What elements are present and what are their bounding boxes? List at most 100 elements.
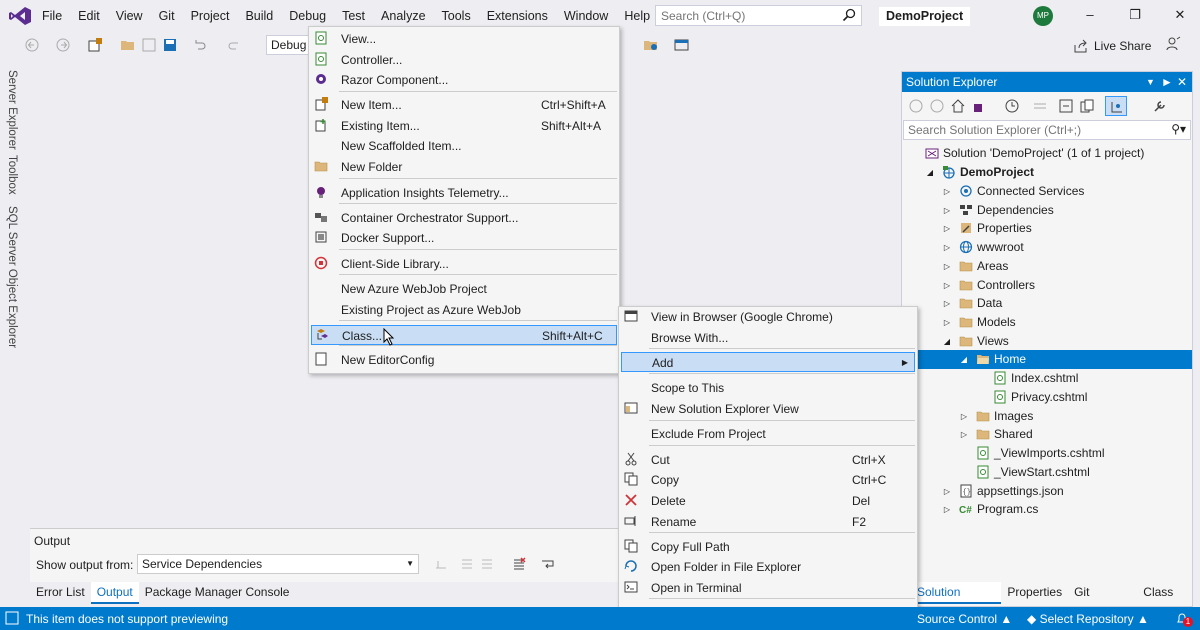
source-control-button[interactable]: Source Control ▲: [917, 612, 1012, 626]
global-search-input[interactable]: [656, 6, 836, 25]
redo-icon[interactable]: [226, 37, 242, 53]
next-message-icon[interactable]: [480, 557, 494, 571]
new-project-icon[interactable]: [87, 37, 103, 53]
tree-node-areas[interactable]: ▷ Areas: [902, 257, 1192, 276]
context-menu-item-open-folder-in-file-explorer[interactable]: Open Folder in File Explorer: [621, 557, 915, 577]
close-window-button[interactable]: ✕: [1171, 6, 1189, 24]
find-message-icon[interactable]: [434, 557, 448, 571]
navigate-forward-icon[interactable]: [55, 37, 71, 53]
forward-icon[interactable]: [929, 98, 945, 114]
save-icon[interactable]: [141, 37, 157, 53]
add-menu-item-docker-support[interactable]: Docker Support...: [311, 228, 617, 248]
expanded-arrow-icon[interactable]: ◢: [925, 163, 935, 182]
attach-icon[interactable]: [643, 37, 659, 53]
tab-git-changes[interactable]: Git Changes: [1068, 582, 1137, 620]
tree-node-controllers[interactable]: ▷ Controllers: [902, 276, 1192, 295]
add-menu-item-new-azure-webjob-project[interactable]: New Azure WebJob Project: [311, 279, 617, 299]
context-menu-item-copy-full-path[interactable]: Copy Full Path: [621, 537, 915, 557]
side-tab-toolbox[interactable]: Toolbox: [6, 155, 18, 195]
add-menu-item-new-editorconfig[interactable]: New EditorConfig: [311, 350, 617, 370]
tree-node-viewstart-cshtml[interactable]: _ViewStart.cshtml: [902, 463, 1192, 482]
add-menu-item-view[interactable]: View...: [311, 29, 617, 49]
save-all-icon[interactable]: [162, 37, 178, 53]
panel-menu-icon[interactable]: ▼: [1146, 72, 1155, 92]
menu-project[interactable]: Project: [183, 0, 238, 32]
tree-node-images[interactable]: ▷ Images: [902, 407, 1192, 426]
feedback-icon[interactable]: [1166, 36, 1182, 52]
close-panel-icon[interactable]: ✕: [1177, 72, 1187, 92]
maximize-button[interactable]: ❐: [1126, 6, 1144, 24]
undo-icon[interactable]: [192, 37, 208, 53]
sync-icon[interactable]: [1032, 98, 1048, 114]
tree-node-shared[interactable]: ▷ Shared: [902, 425, 1192, 444]
add-menu-item-container-orchestrator-support[interactable]: Container Orchestrator Support...: [311, 208, 617, 228]
tree-node-viewimports-cshtml[interactable]: _ViewImports.cshtml: [902, 444, 1192, 463]
add-menu-item-razor-component[interactable]: Razor Component...: [311, 70, 617, 90]
add-menu-item-application-insights-telemetry[interactable]: Application Insights Telemetry...: [311, 183, 617, 203]
menu-view[interactable]: View: [108, 0, 151, 32]
add-menu-item-new-item[interactable]: New Item... Ctrl+Shift+A: [311, 95, 617, 115]
search-options-icon[interactable]: ⚲▾: [1171, 122, 1186, 136]
menu-edit[interactable]: Edit: [70, 0, 108, 32]
pending-changes-icon[interactable]: [1004, 98, 1020, 114]
switch-views-icon[interactable]: [972, 98, 988, 114]
collapse-all-icon[interactable]: [1058, 98, 1074, 114]
context-menu-item-cut[interactable]: Cut Ctrl+X: [621, 450, 915, 470]
tree-node-models[interactable]: ▷ Models: [902, 313, 1192, 332]
collapsed-arrow-icon[interactable]: ▷: [942, 201, 952, 220]
tree-node-appsettings-json[interactable]: ▷ {} appsettings.json: [902, 482, 1192, 501]
add-menu-item-class[interactable]: Class... Shift+Alt+C: [311, 325, 617, 345]
notifications-bell-icon[interactable]: 1: [1175, 611, 1193, 627]
context-menu-item-rename[interactable]: Rename F2: [621, 512, 915, 532]
menu-help[interactable]: Help: [616, 0, 658, 32]
menu-build[interactable]: Build: [237, 0, 281, 32]
back-icon[interactable]: [908, 98, 924, 114]
tab-class-view[interactable]: Class View: [1137, 582, 1200, 620]
collapsed-arrow-icon[interactable]: ▷: [942, 219, 952, 238]
tab-error-list[interactable]: Error List: [30, 582, 91, 604]
show-all-files-icon[interactable]: [1079, 98, 1095, 114]
minimize-button[interactable]: –: [1081, 6, 1099, 24]
context-menu-item-view-in-browser-google-chrome[interactable]: View in Browser (Google Chrome): [621, 307, 915, 327]
tree-node-home[interactable]: ◢ Home: [902, 350, 1192, 369]
collapsed-arrow-icon[interactable]: ▷: [942, 238, 952, 257]
add-menu-item-controller[interactable]: Controller...: [311, 50, 617, 70]
tree-node-index-cshtml[interactable]: Index.cshtml: [902, 369, 1192, 388]
context-menu-item-delete[interactable]: Delete Del: [621, 491, 915, 511]
tree-node-privacy-cshtml[interactable]: Privacy.cshtml: [902, 388, 1192, 407]
collapsed-arrow-icon[interactable]: ▷: [942, 257, 952, 276]
tree-node-program-cs[interactable]: ▷ C# Program.cs: [902, 500, 1192, 519]
clear-all-icon[interactable]: [512, 557, 526, 571]
expanded-arrow-icon[interactable]: ◢: [959, 350, 969, 369]
collapsed-arrow-icon[interactable]: ▷: [959, 425, 969, 444]
window-layout-icon[interactable]: [674, 37, 690, 53]
collapsed-arrow-icon[interactable]: ▷: [942, 500, 952, 519]
tree-node-dependencies[interactable]: ▷ Dependencies: [902, 201, 1192, 220]
tree-node-data[interactable]: ▷ Data: [902, 294, 1192, 313]
tree-node-wwwroot[interactable]: ▷ wwwroot: [902, 238, 1192, 257]
global-search[interactable]: [655, 5, 862, 26]
side-tab-sql-object-explorer[interactable]: SQL Server Object Explorer: [6, 206, 18, 348]
home-icon[interactable]: [950, 98, 966, 114]
context-menu-item-browse-with[interactable]: Browse With...: [621, 328, 915, 348]
select-repository-button[interactable]: ◆ Select Repository ▲: [1027, 612, 1149, 626]
context-menu-item-exclude-from-project[interactable]: Exclude From Project: [621, 424, 915, 444]
user-avatar[interactable]: MP: [1033, 6, 1053, 26]
menu-git[interactable]: Git: [151, 0, 183, 32]
navigate-back-icon[interactable]: [24, 37, 40, 53]
preview-selected-items-toggle[interactable]: [1105, 96, 1127, 116]
tree-node-connected-services[interactable]: ▷ Connected Services: [902, 182, 1192, 201]
word-wrap-icon[interactable]: [541, 557, 555, 571]
collapsed-arrow-icon[interactable]: ▷: [942, 313, 952, 332]
collapsed-arrow-icon[interactable]: ▷: [959, 407, 969, 426]
output-source-dropdown[interactable]: Service Dependencies ▼: [137, 554, 419, 574]
open-file-icon[interactable]: [120, 37, 136, 53]
tab-package-manager-console[interactable]: Package Manager Console: [139, 582, 296, 604]
tree-node-solution-demoproject-1-of-1-project[interactable]: Solution 'DemoProject' (1 of 1 project): [902, 144, 1192, 163]
add-menu-item-existing-item[interactable]: Existing Item... Shift+Alt+A: [311, 116, 617, 136]
solution-explorer-search[interactable]: ⚲▾: [903, 120, 1191, 140]
tree-node-properties[interactable]: ▷ Properties: [902, 219, 1192, 238]
context-menu-item-new-solution-explorer-view[interactable]: New Solution Explorer View: [621, 399, 915, 419]
tree-node-demoproject[interactable]: ◢ DemoProject: [902, 163, 1192, 182]
add-menu-item-existing-project-as-azure-webjob[interactable]: Existing Project as Azure WebJob: [311, 300, 617, 320]
